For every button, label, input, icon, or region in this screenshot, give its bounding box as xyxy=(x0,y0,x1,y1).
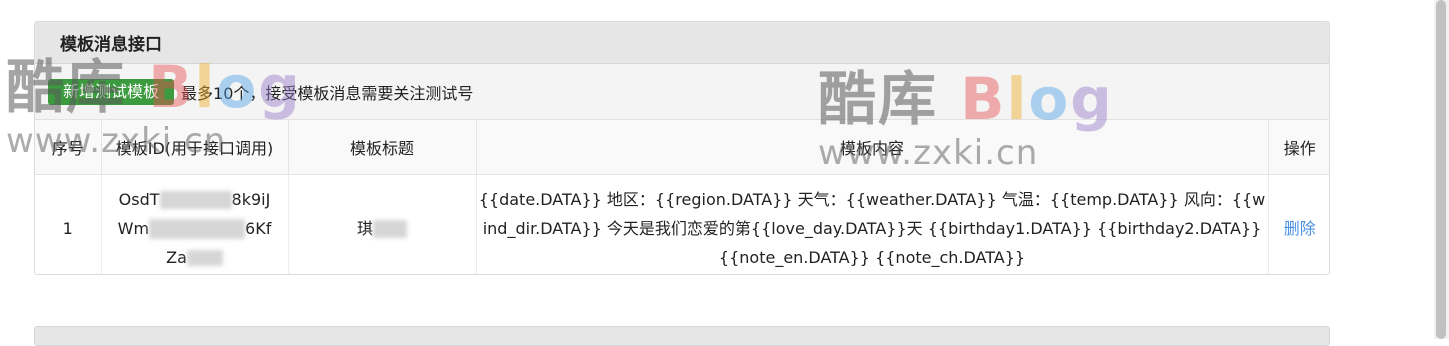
redacted-blur xyxy=(373,220,407,238)
template-id-line-2: Wm 6Kf xyxy=(117,218,272,239)
header-template-id: 模板ID(用于接口调用) xyxy=(101,120,289,175)
row-template-title: 琪 xyxy=(288,174,477,274)
scrollbar-thumb[interactable] xyxy=(1436,0,1446,339)
header-template-content: 模板内容 xyxy=(476,120,1269,175)
add-test-template-button[interactable]: 新增测试模板 xyxy=(48,78,175,105)
header-index: 序号 xyxy=(35,120,102,175)
panel-toolbar: 新增测试模板 最多10个，接受模板消息需要关注测试号 xyxy=(35,64,1329,120)
row-template-id[interactable]: OsdT 8k9iJ Wm 6Kf Za xyxy=(101,174,289,274)
redacted-blur xyxy=(159,191,232,209)
redacted-blur xyxy=(186,250,223,266)
header-action: 操作 xyxy=(1268,120,1329,175)
delete-link[interactable]: 删除 xyxy=(1284,219,1316,238)
row-action: 删除 xyxy=(1268,175,1329,275)
template-message-panel: 模板消息接口 新增测试模板 最多10个，接受模板消息需要关注测试号 序号 模板I… xyxy=(34,21,1330,275)
header-template-title: 模板标题 xyxy=(288,120,477,175)
table-header-row: 序号 模板ID(用于接口调用) 模板标题 模板内容 操作 xyxy=(35,120,1329,175)
panel-title: 模板消息接口 xyxy=(35,22,1329,64)
vertical-scrollbar[interactable] xyxy=(1434,0,1449,339)
redacted-blur xyxy=(149,219,246,239)
template-id-line-1: OsdT 8k9iJ xyxy=(118,189,271,209)
table-row: 1 OsdT 8k9iJ Wm 6Kf Za 琪 {{date.DATA}} 地区：… xyxy=(35,174,1329,275)
template-id-line-3: Za xyxy=(103,243,287,272)
next-panel-header xyxy=(34,326,1330,346)
row-template-content: {{date.DATA}} 地区：{{region.DATA}} 天气：{{we… xyxy=(476,174,1269,274)
limit-note: 最多10个，接受模板消息需要关注测试号 xyxy=(181,83,474,103)
row-index: 1 xyxy=(35,174,102,274)
template-table: 序号 模板ID(用于接口调用) 模板标题 模板内容 操作 1 OsdT 8k9iJ… xyxy=(35,120,1329,275)
